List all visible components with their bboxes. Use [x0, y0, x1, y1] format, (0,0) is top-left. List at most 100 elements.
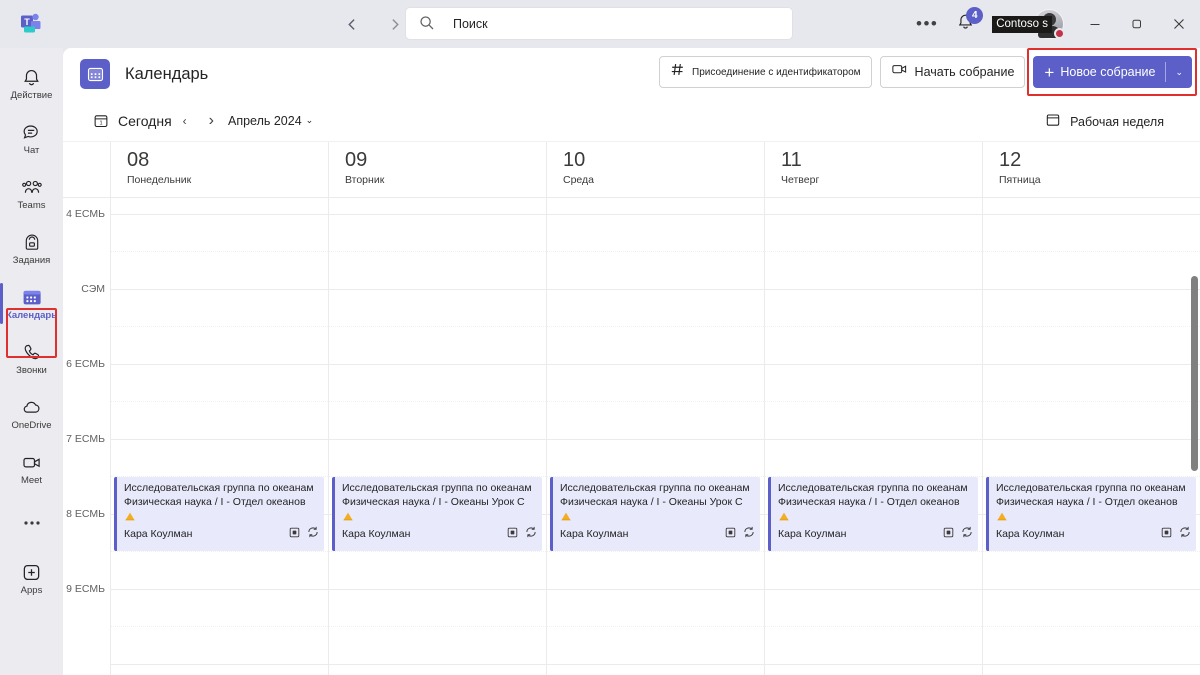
calendar-header: Календарь Присоединение с идентификаторо…: [63, 48, 1200, 100]
join-with-id-label: Присоединение с идентификатором: [692, 66, 861, 78]
calendar-icon: [80, 59, 110, 89]
header-actions: Присоединение с идентификатором Начать с…: [659, 48, 1197, 96]
day-header-gutter: [63, 142, 110, 197]
view-selector[interactable]: Рабочая неделя: [1037, 108, 1172, 136]
view-selector-label: Рабочая неделя: [1070, 115, 1164, 129]
calendar-event[interactable]: Исследовательская группа по океанам Физи…: [768, 477, 978, 551]
cloud-icon: [21, 396, 43, 418]
event-organizer: Кара Коулман: [124, 528, 193, 540]
day-column-0[interactable]: Исследовательская группа по океанам Физи…: [110, 198, 328, 675]
private-square-icon: [943, 525, 954, 543]
calendar-event[interactable]: Исследовательская группа по океанам Физи…: [550, 477, 760, 551]
window-controls: [1074, 4, 1200, 44]
event-footer: Кара Коулман: [342, 525, 537, 543]
phone-icon: [22, 341, 42, 363]
vertical-scrollbar[interactable]: [1191, 276, 1198, 471]
title-bar-right: ••• 4 Contoso s: [912, 0, 1200, 48]
day-number: 12: [999, 149, 1022, 171]
search-placeholder: Поиск: [453, 16, 488, 31]
day-column-3[interactable]: Исследовательская группа по океанам Физи…: [764, 198, 982, 675]
private-square-icon: [725, 525, 736, 543]
more-ellipsis-icon: [21, 512, 43, 534]
new-meeting-label: Новое собрание: [1060, 65, 1156, 79]
window-nav-arrows: [338, 10, 408, 38]
calendar-event[interactable]: Исследовательская группа по океанам Физи…: [114, 477, 324, 551]
hour-label-5: 9 ЕСМЬ: [66, 583, 105, 595]
presence-indicator: [1054, 28, 1065, 39]
calendar-event[interactable]: Исследовательская группа по океанам Физи…: [332, 477, 542, 551]
sidebar-item-more[interactable]: [0, 496, 63, 551]
maximize-button[interactable]: [1116, 4, 1158, 44]
search-input[interactable]: Поиск: [405, 7, 793, 40]
user-account-chip[interactable]: Contoso s: [992, 9, 1065, 39]
event-subtitle: Физическая наука / I - Океаны Урок С: [342, 496, 525, 508]
chevron-down-icon[interactable]: ⌄: [1166, 67, 1192, 78]
recurring-icon: [525, 525, 537, 543]
event-title: Исследовательская группа по океанам: [560, 482, 750, 494]
event-subtitle: Физическая наука / I - Океаны Урок С: [560, 496, 743, 508]
sidebar-item-meet[interactable]: Meet: [0, 441, 63, 496]
sidebar-item-teams[interactable]: Teams: [0, 166, 63, 221]
minimize-button[interactable]: [1074, 4, 1116, 44]
forward-button[interactable]: [380, 10, 408, 38]
apps-plus-icon: [21, 561, 42, 583]
left-rail: Действие Чат Teams Задания Календарь Зво…: [0, 48, 63, 675]
day-column-4[interactable]: Исследовательская группа по океанам Физи…: [982, 198, 1200, 675]
day-header-row: 08 Понедельник 09 Вторник 10 Среда 11 Че…: [63, 142, 1200, 198]
day-header-1[interactable]: 09 Вторник: [328, 142, 546, 197]
hour-label-2: 6 ЕСМЬ: [66, 358, 105, 370]
sidebar-item-calls[interactable]: Звонки: [0, 331, 63, 386]
event-footer: Кара Коулман: [778, 525, 973, 543]
day-header-0[interactable]: 08 Понедельник: [110, 142, 328, 197]
recurring-icon: [961, 525, 973, 543]
new-meeting-wrapper: + Новое собрание ⌄: [1027, 48, 1197, 96]
sidebar-item-apps[interactable]: Apps: [0, 551, 63, 606]
event-organizer: Кара Коулман: [342, 528, 411, 540]
day-column-1[interactable]: Исследовательская группа по океанам Физи…: [328, 198, 546, 675]
start-meeting-button[interactable]: Начать собрание: [879, 56, 1026, 88]
work-week-icon: [1045, 112, 1061, 133]
bell-icon: [21, 66, 42, 88]
sidebar-item-assignments[interactable]: Задания: [0, 221, 63, 276]
warning-triangle-icon: [124, 510, 319, 523]
sidebar-item-onedrive[interactable]: OneDrive: [0, 386, 63, 441]
join-with-id-button[interactable]: Присоединение с идентификатором: [659, 56, 872, 88]
more-options-icon[interactable]: •••: [912, 9, 942, 39]
warning-triangle-icon: [778, 510, 973, 523]
next-period-button[interactable]: ›: [189, 112, 228, 130]
teams-logo-icon: T: [17, 9, 47, 39]
event-icons: [507, 525, 537, 543]
calendar-today-icon: 1: [93, 113, 109, 129]
sidebar-item-activity[interactable]: Действие: [0, 56, 63, 111]
new-meeting-button[interactable]: + Новое собрание ⌄: [1033, 56, 1192, 88]
day-column-2[interactable]: Исследовательская группа по океанам Физи…: [546, 198, 764, 675]
hour-label-3: 7 ЕСМЬ: [66, 433, 105, 445]
chevron-down-icon[interactable]: ⌄: [306, 115, 314, 126]
calendar-event[interactable]: Исследовательская группа по океанам Физи…: [986, 477, 1196, 551]
day-header-3[interactable]: 11 Четверг: [764, 142, 982, 197]
prev-period-button[interactable]: ‹: [181, 114, 189, 128]
event-title: Исследовательская группа по океанам: [342, 482, 532, 494]
event-subtitle: Физическая наука / I - Отдел океанов: [778, 496, 960, 508]
recurring-icon: [1179, 525, 1191, 543]
hour-label-1: СЭМ: [81, 283, 105, 295]
notification-badge: 4: [966, 7, 984, 24]
sidebar-item-chat[interactable]: Чат: [0, 111, 63, 166]
day-header-2[interactable]: 10 Среда: [546, 142, 764, 197]
event-icons: [943, 525, 973, 543]
svg-text:T: T: [24, 17, 30, 27]
today-group[interactable]: 1 Сегодня ‹: [93, 113, 189, 129]
event-organizer: Кара Коулман: [778, 528, 847, 540]
teams-people-icon: [21, 176, 43, 198]
event-organizer: Кара Коулман: [996, 528, 1065, 540]
private-square-icon: [289, 525, 300, 543]
sidebar-item-calendar[interactable]: Календарь: [0, 276, 63, 331]
chat-icon: [21, 121, 42, 143]
calendar-grid-scroll[interactable]: 4 ЕСМЬ СЭМ 6 ЕСМЬ 7 ЕСМЬ 8 ЕСМЬ 9 ЕСМЬ И…: [63, 198, 1200, 675]
notifications-button[interactable]: 4: [950, 7, 984, 39]
day-header-4[interactable]: 12 Пятница: [982, 142, 1200, 197]
time-gutter: 4 ЕСМЬ СЭМ 6 ЕСМЬ 7 ЕСМЬ 8 ЕСМЬ 9 ЕСМЬ: [63, 198, 110, 675]
back-button[interactable]: [338, 10, 366, 38]
video-camera-icon: [891, 61, 908, 83]
close-button[interactable]: [1158, 4, 1200, 44]
